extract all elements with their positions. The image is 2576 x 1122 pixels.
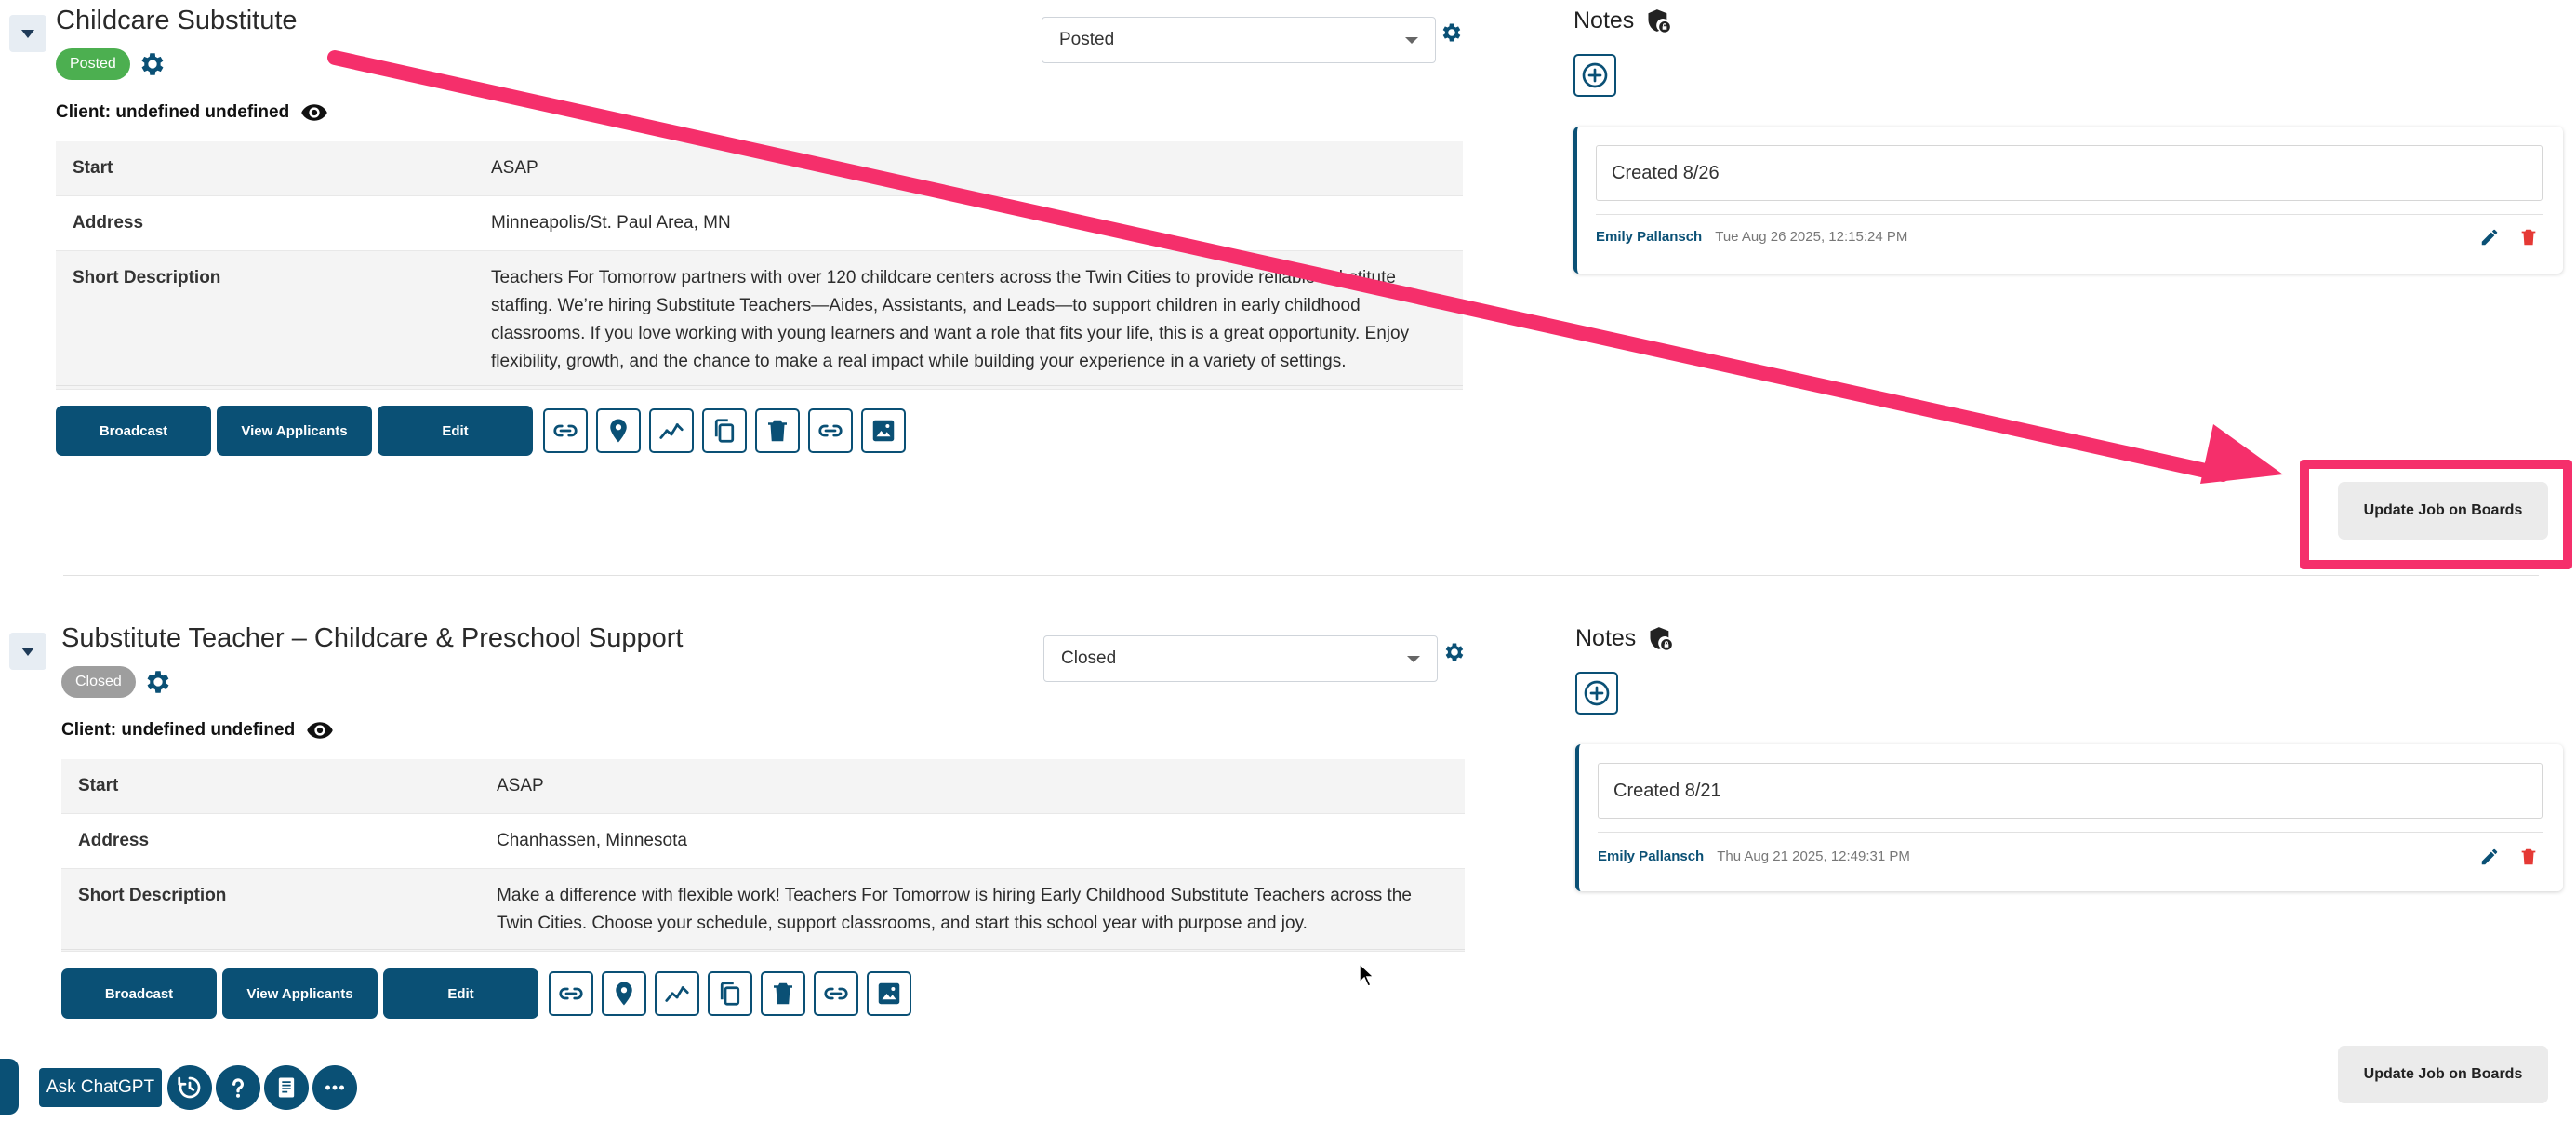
link-icon: [557, 980, 585, 1008]
detail-value: Make a difference with flexible work! Te…: [480, 868, 1465, 952]
delete-button[interactable]: [761, 971, 805, 1016]
note-meta: Emily Pallansch Thu Aug 21 2025, 12:49:3…: [1598, 848, 1910, 864]
edit-button[interactable]: Edit: [383, 968, 538, 1019]
more-options-button[interactable]: [312, 1065, 357, 1110]
annotation-arrow: [327, 50, 2283, 484]
detail-label: Address: [78, 831, 150, 850]
broadcast-button[interactable]: Broadcast: [61, 968, 217, 1019]
status-select[interactable]: Closed: [1043, 635, 1438, 682]
share-link-icon: [822, 980, 850, 1008]
section-divider: [63, 575, 2539, 576]
copy-icon: [716, 980, 744, 1008]
trash-icon: [769, 980, 797, 1008]
divider: [1598, 832, 2543, 833]
location-button[interactable]: [602, 971, 646, 1016]
collapse-toggle-job-2[interactable]: [9, 633, 46, 670]
notes-title: Notes: [1575, 625, 1637, 651]
job-details-table: Start ASAP Address Chanhassen, Minnesota…: [61, 759, 1465, 952]
mouse-cursor-icon: [1359, 962, 1375, 987]
book-icon: [278, 1077, 295, 1098]
table-row: Address Chanhassen, Minnesota: [61, 814, 1465, 869]
note-author: Emily Pallansch: [1598, 848, 1705, 864]
analytics-icon: [663, 980, 691, 1008]
eye-icon[interactable]: [306, 716, 334, 744]
divider: [61, 949, 1465, 950]
note-card: Created 8/21 Emily Pallansch Thu Aug 21 …: [1575, 744, 2563, 891]
note-date: Thu Aug 21 2025, 12:49:31 PM: [1717, 848, 1910, 864]
image-button[interactable]: [867, 971, 911, 1016]
detail-value: Chanhassen, Minnesota: [497, 831, 687, 850]
help-button[interactable]: [216, 1065, 260, 1110]
map-pin-icon: [610, 980, 638, 1008]
image-icon: [875, 980, 903, 1008]
annotation-arrow-shaft: [327, 50, 2230, 482]
table-row: Short Description Make a difference with…: [61, 868, 1465, 952]
shield-lock-icon: [1647, 626, 1673, 652]
annotation-arrow-head: [2200, 424, 2283, 484]
chevron-down-icon: [1407, 655, 1420, 662]
history-icon: [178, 1076, 201, 1099]
share-link-button[interactable]: [814, 971, 858, 1016]
pencil-icon[interactable]: [2479, 847, 2500, 867]
notes-header: Notes: [1575, 625, 1673, 652]
detail-label: Start: [61, 759, 480, 814]
table-row: Start ASAP: [61, 759, 1465, 814]
status-select-value: Closed: [1061, 648, 1117, 668]
duplicate-button[interactable]: [708, 971, 752, 1016]
job-title: Substitute Teacher – Childcare & Prescho…: [61, 623, 684, 653]
ask-chatgpt-button[interactable]: Ask ChatGPT: [39, 1068, 162, 1107]
gear-icon[interactable]: [143, 667, 173, 697]
note-text: Created 8/21: [1598, 763, 2543, 819]
detail-value: ASAP: [480, 759, 1465, 814]
view-applicants-button[interactable]: View Applicants: [222, 968, 378, 1019]
chat-widget-tab[interactable]: [0, 1059, 19, 1115]
status-badge: Closed: [61, 666, 136, 698]
gear-icon[interactable]: [1442, 640, 1467, 664]
guide-button[interactable]: [264, 1065, 309, 1110]
add-note-button[interactable]: [1575, 672, 1618, 715]
more-horizontal-icon: [325, 1085, 344, 1090]
update-job-on-boards-button[interactable]: Update Job on Boards: [2338, 1046, 2548, 1103]
copy-link-button[interactable]: [549, 971, 593, 1016]
trash-icon[interactable]: [2518, 847, 2539, 867]
client-label: Client: undefined undefined: [61, 720, 296, 740]
caret-down-icon: [21, 647, 34, 656]
detail-label: Short Description: [61, 868, 480, 952]
analytics-button[interactable]: [655, 971, 699, 1016]
question-mark-icon: [232, 1078, 244, 1098]
plus-circle-icon: [1582, 678, 1612, 708]
client-line: Client: undefined undefined: [61, 716, 334, 744]
history-button[interactable]: [167, 1065, 212, 1110]
